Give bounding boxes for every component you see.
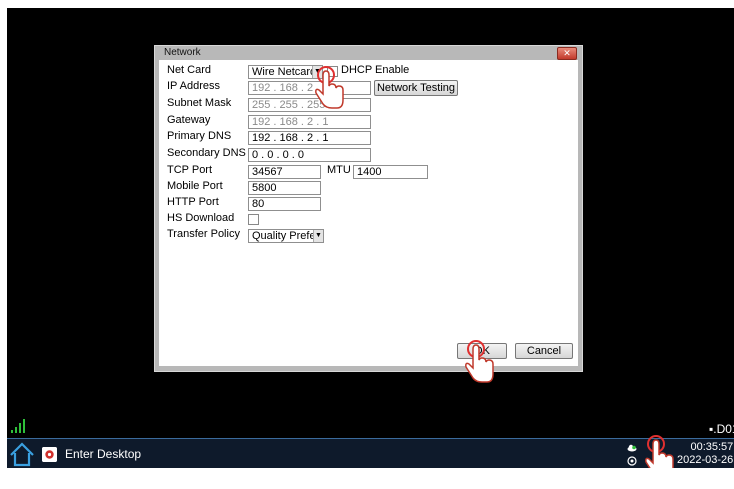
gateway-label: Gateway bbox=[167, 114, 211, 126]
net-card-value: Wire Netcard bbox=[252, 66, 317, 78]
transfer-policy-select[interactable]: Quality Prefe ▼ bbox=[248, 229, 324, 243]
network-testing-button[interactable]: Network Testing bbox=[374, 80, 458, 96]
home-icon[interactable] bbox=[7, 439, 37, 468]
hs-download-checkbox[interactable] bbox=[248, 214, 259, 225]
mobile-port-field[interactable]: 5800 bbox=[248, 181, 321, 195]
dialog-title-bar[interactable]: Network ✕ bbox=[155, 46, 582, 60]
signal-bars-icon bbox=[11, 419, 25, 433]
enter-desktop-button[interactable] bbox=[42, 447, 57, 462]
pointing-hand-icon bbox=[465, 340, 494, 383]
mtu-label: MTU bbox=[327, 164, 351, 176]
tcp-port-field[interactable]: 34567 bbox=[248, 165, 321, 179]
secondary-dns-field[interactable]: 0 . 0 . 0 . 0 bbox=[248, 148, 371, 162]
secondary-dns-label: Secondary DNS bbox=[167, 147, 246, 159]
dhcp-enable-label: DHCP Enable bbox=[341, 64, 410, 76]
enter-desktop-label[interactable]: Enter Desktop bbox=[65, 447, 141, 461]
subnet-mask-label: Subnet Mask bbox=[167, 97, 232, 109]
network-tray-icon[interactable] bbox=[627, 456, 637, 466]
http-port-label: HTTP Port bbox=[167, 196, 219, 208]
close-button[interactable]: ✕ bbox=[557, 47, 577, 60]
pointing-hand-icon bbox=[645, 435, 674, 468]
ip-address-label: IP Address bbox=[167, 80, 220, 92]
pointing-hand-icon bbox=[315, 66, 344, 109]
dialog-title: Network bbox=[164, 47, 201, 58]
primary-dns-label: Primary DNS bbox=[167, 130, 232, 142]
gateway-field[interactable]: 192 . 168 . 2 . 1 bbox=[248, 115, 371, 129]
gear-app-icon bbox=[42, 447, 57, 462]
transfer-policy-label: Transfer Policy bbox=[167, 228, 240, 240]
screen: Network ✕ Net Card IP Address Subnet Mas… bbox=[7, 8, 734, 468]
cloud-icon bbox=[627, 444, 637, 452]
dialog-content: Net Card IP Address Subnet Mask Gateway … bbox=[159, 60, 578, 383]
http-port-field[interactable]: 80 bbox=[248, 197, 321, 211]
clock: 00:35:57 2022-03-26 bbox=[677, 441, 733, 467]
hs-download-label: HS Download bbox=[167, 212, 235, 224]
close-icon: ✕ bbox=[563, 48, 571, 58]
clock-time: 00:35:57 bbox=[690, 441, 734, 453]
primary-dns-field[interactable]: 192 . 168 . 2 . 1 bbox=[248, 131, 371, 145]
cancel-button[interactable]: Cancel bbox=[515, 343, 573, 359]
channel-label: ▪.D01 bbox=[709, 422, 734, 436]
tcp-port-label: TCP Port bbox=[167, 164, 213, 176]
network-dialog: Network ✕ Net Card IP Address Subnet Mas… bbox=[154, 45, 583, 383]
taskbar: Enter Desktop 00:35:57 2022-03-26 bbox=[7, 435, 734, 468]
mtu-field[interactable]: 1400 bbox=[353, 165, 428, 179]
transfer-policy-value: Quality Prefe bbox=[252, 230, 316, 242]
net-card-label: Net Card bbox=[167, 64, 212, 76]
chevron-down-icon: ▼ bbox=[313, 230, 323, 242]
clock-date: 2022-03-26 bbox=[677, 454, 734, 466]
mobile-port-label: Mobile Port bbox=[167, 180, 223, 192]
